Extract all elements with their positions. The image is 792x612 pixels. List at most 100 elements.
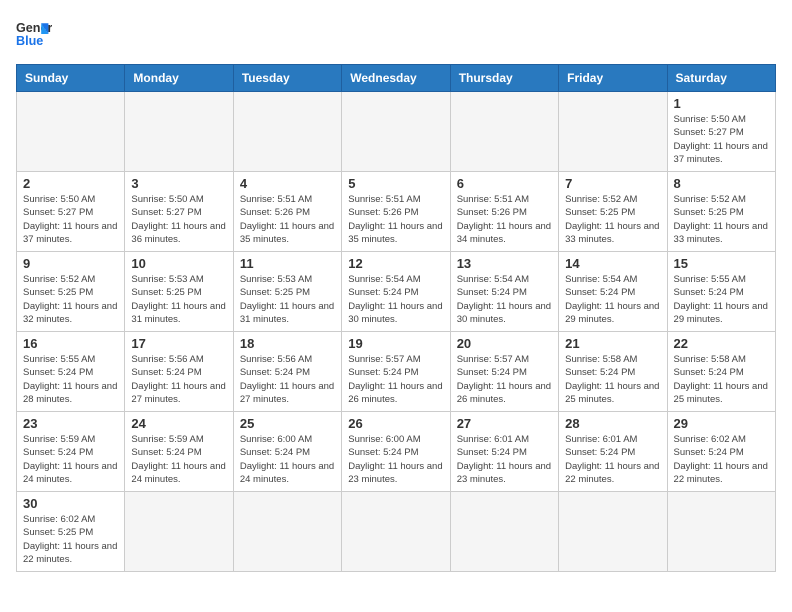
day-header-saturday: Saturday (667, 65, 775, 92)
calendar-cell (559, 492, 667, 572)
day-number: 27 (457, 416, 552, 431)
calendar-cell: 5 Sunrise: 5:51 AM Sunset: 5:26 PM Daylig… (342, 172, 450, 252)
calendar-cell: 7 Sunrise: 5:52 AM Sunset: 5:25 PM Daylig… (559, 172, 667, 252)
calendar-cell: 20 Sunrise: 5:57 AM Sunset: 5:24 PM Dayli… (450, 332, 558, 412)
calendar-week-0: 1 Sunrise: 5:50 AM Sunset: 5:27 PM Daylig… (17, 92, 776, 172)
calendar-cell: 12 Sunrise: 5:54 AM Sunset: 5:24 PM Dayli… (342, 252, 450, 332)
day-header-tuesday: Tuesday (233, 65, 341, 92)
calendar-header-row: SundayMondayTuesdayWednesdayThursdayFrid… (17, 65, 776, 92)
header: General Blue (16, 16, 776, 52)
day-number: 30 (23, 496, 118, 511)
calendar-cell: 13 Sunrise: 5:54 AM Sunset: 5:24 PM Dayli… (450, 252, 558, 332)
day-number: 10 (131, 256, 226, 271)
logo-icon: General Blue (16, 16, 52, 52)
calendar-cell (342, 492, 450, 572)
calendar-cell (17, 92, 125, 172)
day-info: Sunrise: 6:01 AM Sunset: 5:24 PM Dayligh… (457, 433, 552, 486)
day-info: Sunrise: 5:59 AM Sunset: 5:24 PM Dayligh… (23, 433, 118, 486)
day-number: 18 (240, 336, 335, 351)
day-info: Sunrise: 6:02 AM Sunset: 5:24 PM Dayligh… (674, 433, 769, 486)
calendar-cell: 15Sunrise: 5:55 AM Sunset: 5:24 PM Dayli… (667, 252, 775, 332)
calendar-cell: 19 Sunrise: 5:57 AM Sunset: 5:24 PM Dayli… (342, 332, 450, 412)
day-info: Sunrise: 5:56 AM Sunset: 5:24 PM Dayligh… (131, 353, 226, 406)
day-header-thursday: Thursday (450, 65, 558, 92)
calendar-cell: 22 Sunrise: 5:58 AM Sunset: 5:24 PM Dayli… (667, 332, 775, 412)
day-info: Sunrise: 6:00 AM Sunset: 5:24 PM Dayligh… (240, 433, 335, 486)
day-number: 17 (131, 336, 226, 351)
calendar-week-2: 9 Sunrise: 5:52 AM Sunset: 5:25 PM Daylig… (17, 252, 776, 332)
day-number: 23 (23, 416, 118, 431)
day-number: 20 (457, 336, 552, 351)
calendar-cell (125, 492, 233, 572)
calendar-week-4: 23 Sunrise: 5:59 AM Sunset: 5:24 PM Dayli… (17, 412, 776, 492)
calendar-cell (342, 92, 450, 172)
calendar-cell: 2 Sunrise: 5:50 AM Sunset: 5:27 PM Daylig… (17, 172, 125, 252)
calendar-cell: 26Sunrise: 6:00 AM Sunset: 5:24 PM Dayli… (342, 412, 450, 492)
calendar-cell (233, 492, 341, 572)
day-header-monday: Monday (125, 65, 233, 92)
day-number: 4 (240, 176, 335, 191)
day-number: 28 (565, 416, 660, 431)
day-number: 11 (240, 256, 335, 271)
day-info: Sunrise: 5:50 AM Sunset: 5:27 PM Dayligh… (131, 193, 226, 246)
calendar-cell: 30Sunrise: 6:02 AM Sunset: 5:25 PM Dayli… (17, 492, 125, 572)
calendar-week-1: 2 Sunrise: 5:50 AM Sunset: 5:27 PM Daylig… (17, 172, 776, 252)
day-info: Sunrise: 5:57 AM Sunset: 5:24 PM Dayligh… (457, 353, 552, 406)
calendar-cell: 23 Sunrise: 5:59 AM Sunset: 5:24 PM Dayli… (17, 412, 125, 492)
day-info: Sunrise: 5:53 AM Sunset: 5:25 PM Dayligh… (240, 273, 335, 326)
calendar-cell: 21Sunrise: 5:58 AM Sunset: 5:24 PM Dayli… (559, 332, 667, 412)
day-info: Sunrise: 5:53 AM Sunset: 5:25 PM Dayligh… (131, 273, 226, 326)
calendar-cell (450, 92, 558, 172)
day-number: 15 (674, 256, 769, 271)
day-info: Sunrise: 6:01 AM Sunset: 5:24 PM Dayligh… (565, 433, 660, 486)
day-number: 22 (674, 336, 769, 351)
day-info: Sunrise: 5:52 AM Sunset: 5:25 PM Dayligh… (565, 193, 660, 246)
calendar-cell: 18 Sunrise: 5:56 AM Sunset: 5:24 PM Dayli… (233, 332, 341, 412)
day-info: Sunrise: 5:51 AM Sunset: 5:26 PM Dayligh… (457, 193, 552, 246)
day-number: 7 (565, 176, 660, 191)
calendar-cell: 14Sunrise: 5:54 AM Sunset: 5:24 PM Dayli… (559, 252, 667, 332)
day-number: 9 (23, 256, 118, 271)
day-number: 1 (674, 96, 769, 111)
day-header-friday: Friday (559, 65, 667, 92)
calendar-cell (667, 492, 775, 572)
calendar-cell: 1 Sunrise: 5:50 AM Sunset: 5:27 PM Daylig… (667, 92, 775, 172)
calendar-cell (450, 492, 558, 572)
calendar-cell: 24Sunrise: 5:59 AM Sunset: 5:24 PM Dayli… (125, 412, 233, 492)
day-number: 14 (565, 256, 660, 271)
day-info: Sunrise: 5:50 AM Sunset: 5:27 PM Dayligh… (674, 113, 769, 166)
day-info: Sunrise: 5:56 AM Sunset: 5:24 PM Dayligh… (240, 353, 335, 406)
day-info: Sunrise: 5:52 AM Sunset: 5:25 PM Dayligh… (23, 273, 118, 326)
calendar: SundayMondayTuesdayWednesdayThursdayFrid… (16, 64, 776, 572)
day-header-sunday: Sunday (17, 65, 125, 92)
svg-text:Blue: Blue (16, 34, 43, 48)
day-info: Sunrise: 5:54 AM Sunset: 5:24 PM Dayligh… (348, 273, 443, 326)
day-number: 2 (23, 176, 118, 191)
day-info: Sunrise: 5:54 AM Sunset: 5:24 PM Dayligh… (457, 273, 552, 326)
calendar-cell: 8Sunrise: 5:52 AM Sunset: 5:25 PM Daylig… (667, 172, 775, 252)
day-number: 5 (348, 176, 443, 191)
day-info: Sunrise: 5:50 AM Sunset: 5:27 PM Dayligh… (23, 193, 118, 246)
day-info: Sunrise: 5:55 AM Sunset: 5:24 PM Dayligh… (23, 353, 118, 406)
calendar-week-3: 16 Sunrise: 5:55 AM Sunset: 5:24 PM Dayli… (17, 332, 776, 412)
day-number: 19 (348, 336, 443, 351)
day-number: 13 (457, 256, 552, 271)
calendar-cell: 27 Sunrise: 6:01 AM Sunset: 5:24 PM Dayli… (450, 412, 558, 492)
calendar-cell: 4Sunrise: 5:51 AM Sunset: 5:26 PM Daylig… (233, 172, 341, 252)
calendar-cell: 9 Sunrise: 5:52 AM Sunset: 5:25 PM Daylig… (17, 252, 125, 332)
day-number: 12 (348, 256, 443, 271)
day-header-wednesday: Wednesday (342, 65, 450, 92)
day-info: Sunrise: 5:57 AM Sunset: 5:24 PM Dayligh… (348, 353, 443, 406)
day-info: Sunrise: 5:58 AM Sunset: 5:24 PM Dayligh… (674, 353, 769, 406)
day-info: Sunrise: 5:52 AM Sunset: 5:25 PM Dayligh… (674, 193, 769, 246)
calendar-cell: 11 Sunrise: 5:53 AM Sunset: 5:25 PM Dayli… (233, 252, 341, 332)
calendar-cell: 3Sunrise: 5:50 AM Sunset: 5:27 PM Daylig… (125, 172, 233, 252)
calendar-cell: 6 Sunrise: 5:51 AM Sunset: 5:26 PM Daylig… (450, 172, 558, 252)
calendar-week-5: 30Sunrise: 6:02 AM Sunset: 5:25 PM Dayli… (17, 492, 776, 572)
day-number: 16 (23, 336, 118, 351)
logo: General Blue (16, 16, 52, 52)
day-number: 6 (457, 176, 552, 191)
calendar-cell: 10 Sunrise: 5:53 AM Sunset: 5:25 PM Dayli… (125, 252, 233, 332)
day-info: Sunrise: 5:51 AM Sunset: 5:26 PM Dayligh… (348, 193, 443, 246)
calendar-cell: 17 Sunrise: 5:56 AM Sunset: 5:24 PM Dayli… (125, 332, 233, 412)
